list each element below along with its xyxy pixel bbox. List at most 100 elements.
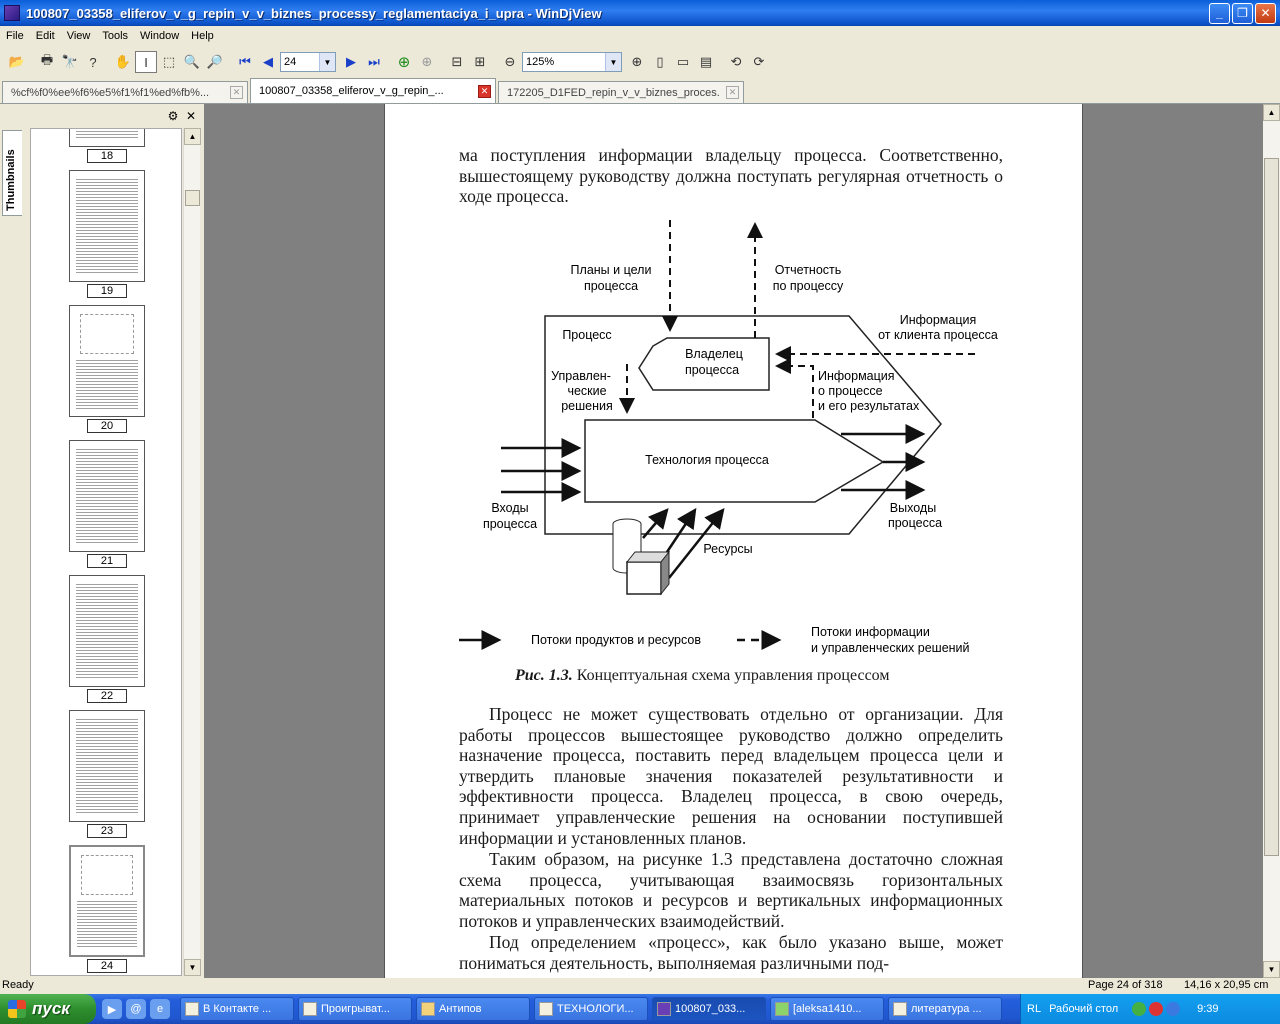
tab-document-3[interactable]: 172205_D1FED_repin_v_v_biznes_proces... … [498, 81, 744, 103]
text-select-icon[interactable]: I [135, 51, 157, 73]
forward-icon[interactable]: ⊕ [416, 51, 438, 73]
tab-document-2[interactable]: 100807_03358_eliferov_v_g_repin_... ✕ [250, 78, 496, 103]
scroll-up-icon[interactable]: ▲ [184, 128, 201, 145]
page-number-input[interactable]: 24 ▼ [280, 52, 336, 72]
magnify-icon[interactable]: 🔎 [204, 51, 226, 73]
taskbar-item[interactable]: ТЕХНОЛОГИ... [534, 997, 648, 1021]
fit-page-icon[interactable]: ▯ [649, 51, 671, 73]
scroll-down-icon[interactable]: ▼ [1263, 961, 1280, 978]
folder-icon [421, 1002, 435, 1016]
thumbnail-page[interactable]: 23 [69, 710, 145, 838]
single-page-icon[interactable]: ⊟ [446, 51, 468, 73]
tab-document-1[interactable]: %cf%f0%ee%f6%e5%f1%f1%ed%fb%... ✕ [2, 81, 248, 103]
thumbnail-page[interactable]: 22 [69, 575, 145, 703]
outlook-icon[interactable]: @ [126, 999, 146, 1019]
resources-label: Ресурсы [703, 542, 752, 556]
rotate-left-icon[interactable]: ⟲ [725, 51, 747, 73]
menu-view[interactable]: View [61, 30, 97, 42]
page-number-value: 24 [284, 56, 297, 68]
legend-solid-label: Потоки продуктов и ресурсов [531, 633, 701, 647]
scroll-down-icon[interactable]: ▼ [184, 959, 201, 976]
outputs-label-2: процесса [888, 516, 942, 530]
start-button[interactable]: пуск [0, 994, 96, 1024]
scroll-up-icon[interactable]: ▲ [1263, 104, 1280, 121]
facing-pages-icon[interactable]: ⊞ [469, 51, 491, 73]
toolbar: 📂 🖶 🔭 ? ✋ I ⬚ 🔍 🔎 ⏮ ◀ 24 ▼ ▶ ⏭ ⊕ ⊕ ⊟ ⊞ ⊖… [0, 48, 1280, 76]
menu-file[interactable]: File [0, 30, 30, 42]
process-label: Процесс [562, 328, 611, 342]
desktop-toolbar[interactable]: Рабочий стол [1049, 1003, 1118, 1015]
hand-tool-icon[interactable]: ✋ [112, 51, 134, 73]
taskbar-item[interactable]: литература ... [888, 997, 1002, 1021]
thumbnail-page[interactable]: 20 [69, 305, 145, 433]
word-icon [893, 1002, 907, 1016]
quick-launch: ▶ @ e [102, 999, 174, 1019]
page-size-status: 14,16 x 20,95 cm [1184, 979, 1269, 991]
taskbar-item[interactable]: [aleksa1410... [770, 997, 884, 1021]
close-button[interactable]: ✕ [1255, 2, 1276, 24]
taskbar-item[interactable]: В Контакте ... [180, 997, 294, 1021]
media-player-icon[interactable]: ▶ [102, 999, 122, 1019]
ie-icon[interactable]: e [150, 999, 170, 1019]
legend-dashed-label: Потоки информации [811, 625, 930, 639]
windows-logo-icon [8, 1000, 26, 1018]
close-tab-icon[interactable]: ✕ [230, 86, 243, 99]
ie-icon [185, 1002, 199, 1016]
menu-edit[interactable]: Edit [30, 30, 61, 42]
zoom-in-icon[interactable]: ⊕ [626, 51, 648, 73]
document-scrollbar[interactable]: ▲ ▼ [1263, 104, 1280, 978]
document-view[interactable]: ма поступления информации владельцу проц… [204, 104, 1263, 978]
scrollbar-thumb[interactable] [1264, 158, 1279, 856]
thumbnail-page[interactable]: 21 [69, 440, 145, 568]
report-label: Отчетность [775, 263, 842, 277]
app-icon [4, 5, 20, 21]
media-player-icon [303, 1002, 317, 1016]
gear-icon[interactable]: ⚙ [164, 109, 182, 123]
close-icon[interactable]: ✕ [182, 109, 200, 123]
zoom-tool-icon[interactable]: 🔍 [181, 51, 203, 73]
taskbar-item[interactable]: 100807_033... [652, 997, 766, 1021]
legend-dashed-label-2: и управленческих решений [811, 641, 970, 655]
thumbnail-page[interactable]: 24 [69, 845, 145, 973]
network-icon[interactable] [1132, 1002, 1147, 1016]
sidebar-scrollbar[interactable]: ▲ ▼ [183, 128, 201, 976]
tab-label: %cf%f0%ee%f6%e5%f1%f1%ed%fb%... [11, 86, 210, 99]
thumbnail-page[interactable]: 18 [69, 129, 145, 163]
antivirus-icon[interactable] [1149, 1002, 1164, 1016]
close-tab-icon[interactable]: ✕ [478, 84, 491, 98]
help-icon[interactable]: ? [82, 51, 104, 73]
volume-icon[interactable] [1166, 1002, 1181, 1016]
zoom-select[interactable]: 125% ▼ [522, 52, 622, 72]
taskbar-item[interactable]: Проигрыват... [298, 997, 412, 1021]
rotate-right-icon[interactable]: ⟳ [748, 51, 770, 73]
chevron-down-icon[interactable]: ▼ [319, 53, 335, 71]
back-icon[interactable]: ⊕ [393, 51, 415, 73]
open-folder-icon[interactable]: 📂 [6, 51, 28, 73]
tab-label: 172205_D1FED_repin_v_v_biznes_proces... [507, 86, 720, 99]
close-tab-icon[interactable]: ✕ [726, 86, 739, 99]
find-icon[interactable]: 🔭 [59, 51, 81, 73]
actual-size-icon[interactable]: ▤ [695, 51, 717, 73]
print-icon[interactable]: 🖶 [36, 51, 58, 73]
first-page-icon[interactable]: ⏮ [234, 51, 256, 73]
menu-window[interactable]: Window [134, 30, 185, 42]
fit-width-icon[interactable]: ▭ [672, 51, 694, 73]
language-indicator[interactable]: RL [1027, 1003, 1041, 1015]
last-page-icon[interactable]: ⏭ [363, 51, 385, 73]
menu-help[interactable]: Help [185, 30, 220, 42]
taskbar: пуск ▶ @ e В Контакте ... Проигрыват... … [0, 994, 1280, 1024]
maximize-button[interactable]: ❐ [1232, 2, 1253, 24]
thumbnail-page[interactable]: 19 [69, 170, 145, 298]
zoom-out-icon[interactable]: ⊖ [499, 51, 521, 73]
tab-thumbnails[interactable]: Thumbnails [2, 130, 22, 216]
scrollbar-thumb[interactable] [185, 190, 200, 206]
chevron-down-icon[interactable]: ▼ [605, 53, 621, 71]
prev-page-icon[interactable]: ◀ [257, 51, 279, 73]
taskbar-item[interactable]: Антипов [416, 997, 530, 1021]
paragraph: Процесс не может существовать отдельно о… [459, 704, 1003, 848]
next-page-icon[interactable]: ▶ [340, 51, 362, 73]
minimize-button[interactable]: _ [1209, 2, 1230, 24]
client-info-label: Информация [900, 313, 977, 327]
menu-tools[interactable]: Tools [96, 30, 134, 42]
rect-select-icon[interactable]: ⬚ [158, 51, 180, 73]
